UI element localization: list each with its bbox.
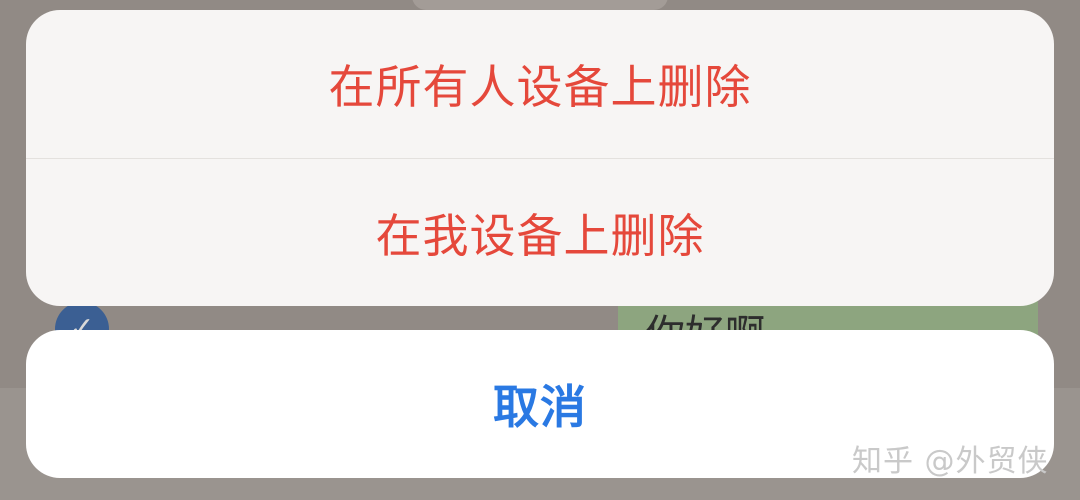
delete-options-group: 在所有人设备上删除 在我设备上删除 — [26, 10, 1054, 306]
delete-for-me-button[interactable]: 在我设备上删除 — [26, 159, 1054, 306]
background-header-pill — [412, 0, 668, 10]
delete-for-everyone-button[interactable]: 在所有人设备上删除 — [26, 10, 1054, 158]
watermark-text: 知乎 @外贸侠 — [852, 444, 1049, 479]
